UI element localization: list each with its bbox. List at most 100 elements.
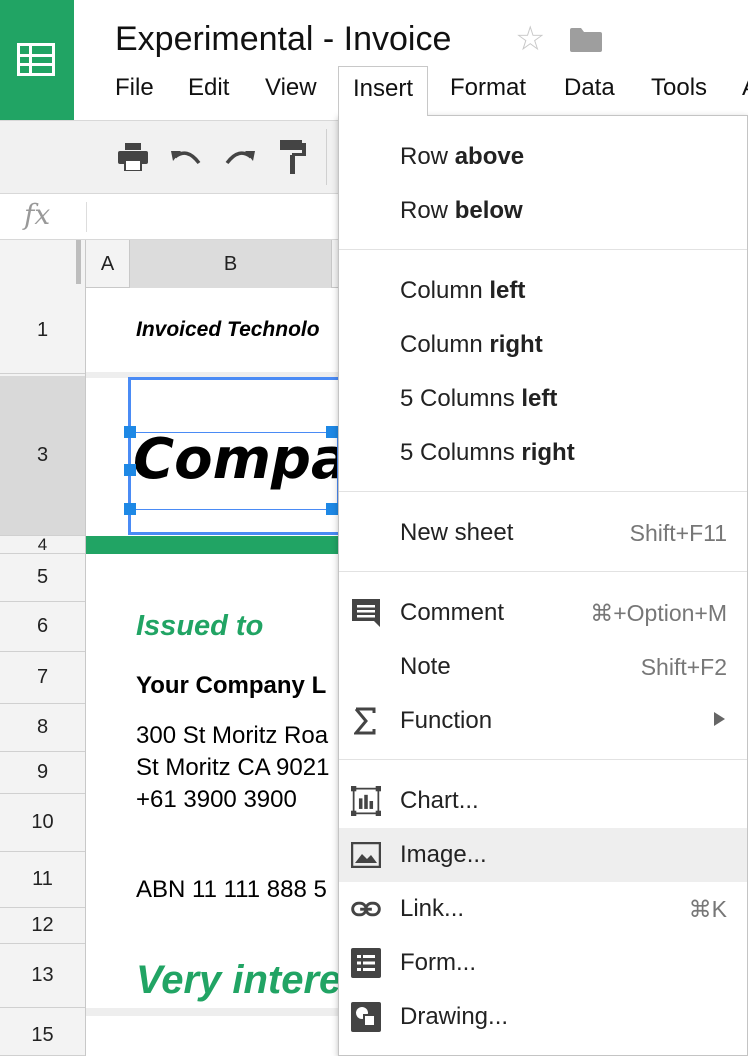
menu-item-new-sheet[interactable]: New sheet Shift+F11 bbox=[339, 506, 747, 560]
menu-item-function[interactable]: Function bbox=[339, 694, 747, 748]
menu-tools[interactable]: Tools bbox=[651, 74, 707, 102]
form-icon bbox=[351, 948, 381, 978]
image-icon bbox=[351, 840, 381, 870]
select-all-corner[interactable] bbox=[0, 240, 86, 288]
row-header-6[interactable]: 6 bbox=[0, 602, 85, 652]
menu-item-label: Column bbox=[400, 277, 490, 304]
formula-divider bbox=[86, 202, 87, 232]
menu-data[interactable]: Data bbox=[564, 74, 615, 102]
redo-icon[interactable] bbox=[222, 139, 256, 175]
menu-file[interactable]: File bbox=[115, 74, 154, 102]
cell-b11[interactable]: ABN 11 111 888 5 bbox=[136, 876, 338, 904]
menu-add-ons[interactable]: A bbox=[742, 74, 748, 102]
menu-separator bbox=[339, 249, 747, 250]
cell-b6[interactable]: Issued to bbox=[136, 610, 338, 643]
menu-item-comment[interactable]: Comment ⌘+Option+M bbox=[339, 586, 747, 640]
menu-item-row-below[interactable]: Row below bbox=[339, 184, 747, 238]
menu-item-label: New sheet bbox=[400, 519, 514, 546]
row-header-8[interactable]: 8 bbox=[0, 704, 85, 752]
menu-edit[interactable]: Edit bbox=[188, 74, 229, 102]
menu-item-shortcut: Shift+F11 bbox=[629, 520, 727, 546]
undo-icon[interactable] bbox=[170, 139, 204, 175]
menu-item-image[interactable]: Image... bbox=[339, 828, 747, 882]
menu-item-shortcut: ⌘K bbox=[688, 896, 727, 922]
row-header-11[interactable]: 11 bbox=[0, 852, 85, 908]
menu-item-drawing[interactable]: Drawing... bbox=[339, 990, 747, 1044]
menu-item-label-bold: right bbox=[489, 331, 543, 358]
menu-item-row-above[interactable]: Row above bbox=[339, 130, 747, 184]
menu-item-label: Note bbox=[400, 653, 451, 680]
menu-item-label-bold: above bbox=[454, 143, 525, 170]
cell-b9[interactable]: St Moritz CA 9021 bbox=[136, 754, 338, 782]
column-header-b[interactable]: B bbox=[130, 240, 332, 288]
cell-b9-phone[interactable]: +61 3900 3900 bbox=[136, 786, 338, 814]
menu-item-label: Row bbox=[400, 143, 455, 170]
comment-icon bbox=[351, 598, 381, 628]
menu-item-label-bold: right bbox=[521, 439, 575, 466]
menu-item-label: Drawing... bbox=[400, 1003, 509, 1030]
menu-item-column-right[interactable]: Column right bbox=[339, 318, 747, 372]
menu-item-label: Comment bbox=[400, 599, 505, 626]
menu-item-label: Chart... bbox=[400, 787, 479, 814]
cell-b8[interactable]: 300 St Moritz Roa bbox=[136, 722, 338, 750]
menu-item-5-columns-left[interactable]: 5 Columns left bbox=[339, 372, 747, 426]
menu-item-shortcut: ⌘+Option+M bbox=[590, 600, 727, 626]
menu-item-label-bold: left bbox=[521, 385, 558, 412]
menu-item-note[interactable]: Note Shift+F2 bbox=[339, 640, 747, 694]
menu-item-link[interactable]: Link... ⌘K bbox=[339, 882, 747, 936]
menu-item-column-left[interactable]: Column left bbox=[339, 264, 747, 318]
toolbar-divider bbox=[326, 129, 327, 185]
logo-image-text: Compar bbox=[133, 432, 337, 492]
cell-b7[interactable]: Your Company L bbox=[136, 672, 338, 700]
resize-handle[interactable] bbox=[326, 503, 338, 515]
resize-handle[interactable] bbox=[326, 426, 338, 438]
row-header-7[interactable]: 7 bbox=[0, 652, 85, 704]
row-header-9[interactable]: 9 bbox=[0, 752, 85, 794]
menu-item-5-columns-right[interactable]: 5 Columns right bbox=[339, 426, 747, 480]
row-header-15[interactable]: 15 bbox=[0, 1016, 85, 1056]
menu-separator bbox=[339, 571, 747, 572]
cell-b1[interactable]: Invoiced Technolo bbox=[136, 318, 338, 342]
menu-item-chart[interactable]: Chart... bbox=[339, 774, 747, 828]
resize-handle[interactable] bbox=[124, 464, 136, 476]
print-icon[interactable] bbox=[116, 139, 150, 175]
row-headers: 1 3 4 5 6 7 8 9 10 11 12 13 15 bbox=[0, 288, 86, 1056]
menu-item-label: Row bbox=[400, 197, 455, 224]
document-title[interactable]: Experimental - Invoice bbox=[115, 20, 451, 59]
row-header-12[interactable]: 12 bbox=[0, 908, 85, 944]
menu-item-label: Function bbox=[400, 707, 493, 734]
sigma-icon bbox=[351, 706, 381, 736]
logo-image[interactable]: Compar bbox=[130, 432, 338, 510]
star-icon[interactable]: ☆ bbox=[515, 22, 545, 56]
folder-icon[interactable] bbox=[570, 28, 602, 52]
cell-b13[interactable]: Very intere bbox=[136, 958, 338, 1003]
menu-item-label: Image... bbox=[400, 841, 487, 868]
resize-handle[interactable] bbox=[124, 426, 136, 438]
drawing-icon bbox=[351, 1002, 381, 1032]
menu-separator bbox=[339, 491, 747, 492]
row-header-4[interactable]: 4 bbox=[0, 535, 85, 554]
row-header-1[interactable]: 1 bbox=[0, 288, 85, 374]
row-header-10[interactable]: 10 bbox=[0, 794, 85, 852]
resize-handle[interactable] bbox=[124, 503, 136, 515]
paint-format-icon[interactable] bbox=[276, 139, 310, 175]
menu-item-form[interactable]: Form... bbox=[339, 936, 747, 990]
row-header-3[interactable]: 3 bbox=[0, 376, 85, 536]
menu-item-label: Link... bbox=[400, 895, 465, 922]
menu-item-label-bold: left bbox=[489, 277, 526, 304]
menu-insert[interactable]: Insert bbox=[338, 66, 429, 116]
fx-icon: fx bbox=[24, 198, 51, 231]
menu-view[interactable]: View bbox=[265, 74, 317, 102]
row-header-13[interactable]: 13 bbox=[0, 944, 85, 1008]
menu-format[interactable]: Format bbox=[450, 74, 526, 102]
column-header-a[interactable]: A bbox=[86, 240, 130, 288]
row-header-5[interactable]: 5 bbox=[0, 554, 85, 602]
menu-item-label: 5 Columns bbox=[400, 385, 522, 412]
menu-item-label: Column bbox=[400, 331, 490, 358]
insert-menu: Row above Row below Column left Column r… bbox=[338, 115, 748, 1056]
chevron-right-icon bbox=[714, 712, 725, 726]
menu-separator bbox=[339, 759, 747, 760]
menu-item-label-bold: below bbox=[454, 197, 523, 224]
menu-item-shortcut: Shift+F2 bbox=[640, 654, 727, 680]
link-icon bbox=[351, 894, 381, 924]
